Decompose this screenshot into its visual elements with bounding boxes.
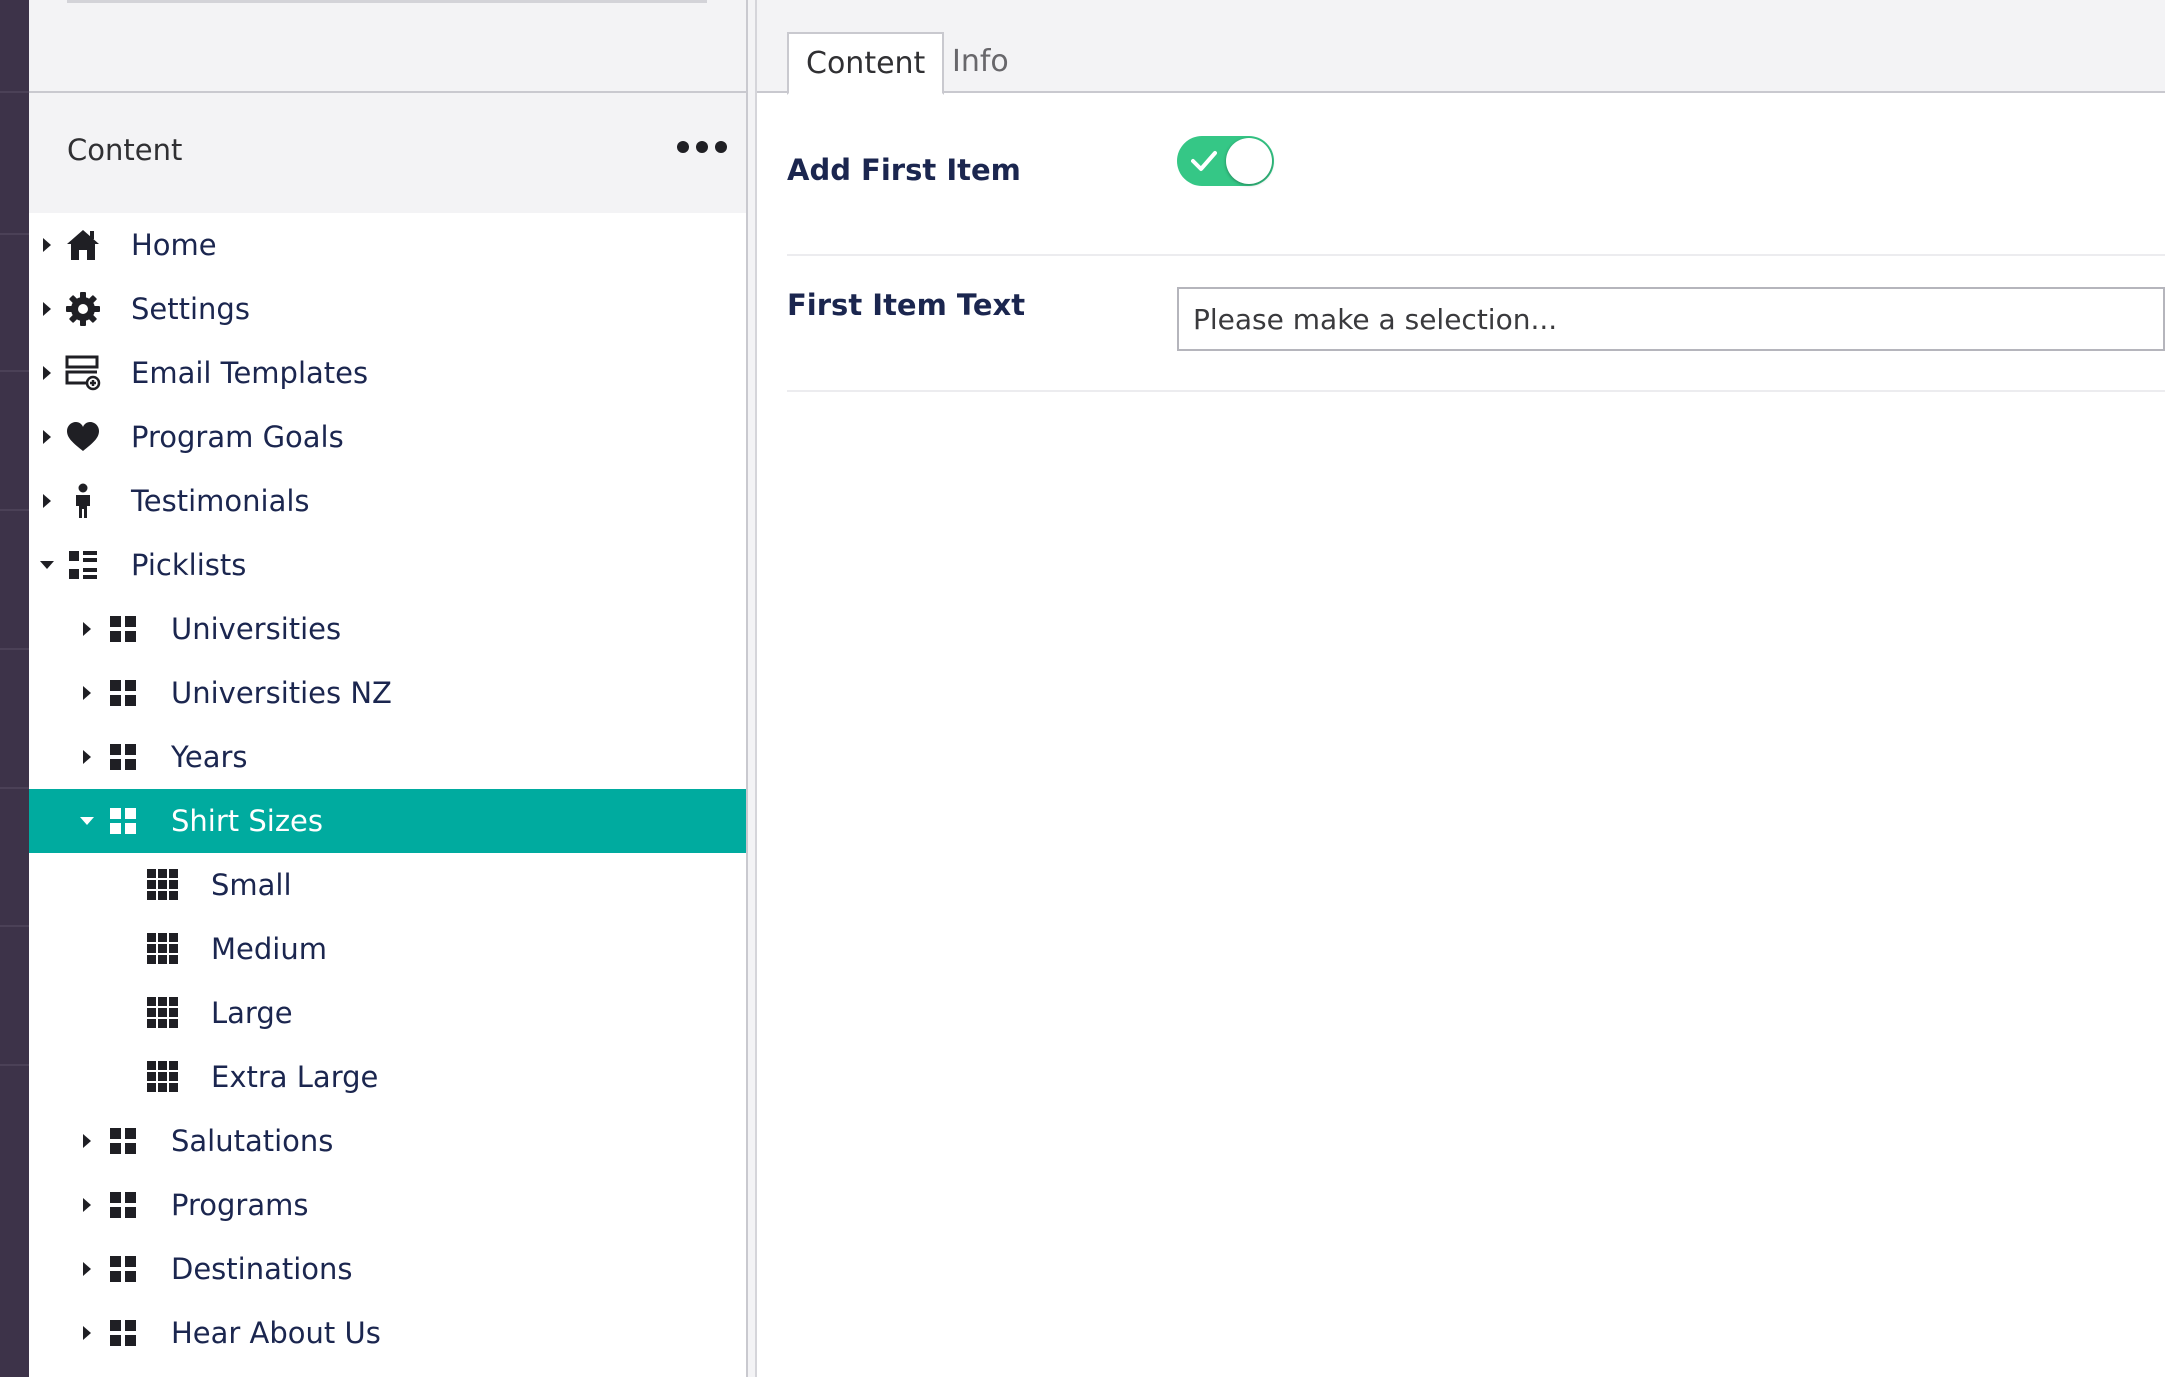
tree-item-label: Home bbox=[131, 228, 217, 262]
gear-icon bbox=[65, 291, 101, 327]
caret-right-icon[interactable] bbox=[77, 1173, 97, 1237]
tree-item-programs[interactable]: Programs bbox=[29, 1173, 746, 1237]
caret-right-icon[interactable] bbox=[77, 597, 97, 661]
rail-separator bbox=[0, 233, 29, 235]
dense-grid-icon bbox=[145, 931, 181, 967]
tree-item-label: Small bbox=[211, 868, 292, 902]
tree-item-label: Shirt Sizes bbox=[171, 804, 323, 838]
editor-tabs-bar: Content Info bbox=[757, 0, 2165, 95]
tree-item-home[interactable]: Home bbox=[29, 213, 746, 277]
caret-right-icon[interactable] bbox=[77, 1301, 97, 1365]
tree-item-label: Universities NZ bbox=[171, 676, 392, 710]
caret-right-icon[interactable] bbox=[77, 1109, 97, 1173]
add-first-item-toggle[interactable] bbox=[1177, 136, 1274, 186]
dense-grid-icon bbox=[145, 1059, 181, 1095]
tree-item-label: Large bbox=[211, 996, 293, 1030]
tree-item-universities[interactable]: Universities bbox=[29, 597, 746, 661]
tree-item-label: Destinations bbox=[171, 1252, 353, 1286]
tree-item-medium[interactable]: Medium bbox=[29, 917, 746, 981]
grid-icon bbox=[105, 803, 141, 839]
list-icon bbox=[65, 547, 101, 583]
check-icon bbox=[1191, 151, 1217, 171]
panel-splitter[interactable] bbox=[746, 0, 757, 1377]
grid-icon bbox=[105, 1315, 141, 1351]
rail-separator bbox=[0, 509, 29, 511]
property-first-item-text: First Item Text bbox=[787, 256, 2165, 392]
tree-item-picklists[interactable]: Picklists bbox=[29, 533, 746, 597]
tree-item-label: Picklists bbox=[131, 548, 247, 582]
more-dot-icon bbox=[677, 141, 689, 153]
tree-item-label: Testimonials bbox=[131, 484, 310, 518]
caret-right-icon[interactable] bbox=[77, 661, 97, 725]
tree-item-settings[interactable]: Settings bbox=[29, 277, 746, 341]
tree-item-label: Settings bbox=[131, 292, 250, 326]
tree-item-years[interactable]: Years bbox=[29, 725, 746, 789]
caret-right-icon[interactable] bbox=[37, 469, 57, 533]
tree-item-shirt-sizes[interactable]: Shirt Sizes bbox=[29, 789, 746, 853]
content-tree-panel: Content Home Settings Email Templates Progr… bbox=[29, 0, 746, 1377]
person-icon bbox=[65, 483, 101, 519]
caret-right-icon[interactable] bbox=[77, 725, 97, 789]
tree-item-label: Universities bbox=[171, 612, 342, 646]
tree-item-salutations[interactable]: Salutations bbox=[29, 1109, 746, 1173]
grid-icon bbox=[105, 611, 141, 647]
tree-item-universities-nz[interactable]: Universities NZ bbox=[29, 661, 746, 725]
rail-separator bbox=[0, 787, 29, 789]
heart-icon bbox=[65, 419, 101, 455]
property-add-first-item: Add First Item bbox=[787, 93, 2165, 256]
grid-icon bbox=[105, 1251, 141, 1287]
editor-panel: Content Info Add First Item First Item T… bbox=[757, 0, 2165, 1377]
tree-item-label: Program Goals bbox=[131, 420, 344, 454]
tab-info[interactable]: Info bbox=[935, 32, 1026, 93]
tree-item-label: Email Templates bbox=[131, 356, 369, 390]
tree-actions-button[interactable] bbox=[677, 125, 727, 165]
rail-separator bbox=[0, 1064, 29, 1066]
home-icon bbox=[65, 227, 101, 263]
tree-item-label: Salutations bbox=[171, 1124, 334, 1158]
tree-item-label: Hear About Us bbox=[171, 1316, 381, 1350]
caret-right-icon[interactable] bbox=[37, 213, 57, 277]
rail-separator bbox=[0, 91, 29, 93]
tree-item-label: Extra Large bbox=[211, 1060, 379, 1094]
caret-right-icon[interactable] bbox=[37, 341, 57, 405]
tab-content[interactable]: Content bbox=[787, 32, 945, 95]
tree-item-label: Years bbox=[171, 740, 248, 774]
tree-item-hear-about-us[interactable]: Hear About Us bbox=[29, 1301, 746, 1365]
tree-item-destinations[interactable]: Destinations bbox=[29, 1237, 746, 1301]
caret-right-icon[interactable] bbox=[37, 405, 57, 469]
tree-search-input[interactable] bbox=[67, 0, 707, 3]
more-dot-icon bbox=[696, 141, 708, 153]
tree-item-email-templates[interactable]: Email Templates bbox=[29, 341, 746, 405]
caret-right-icon[interactable] bbox=[77, 1237, 97, 1301]
tree-header: Content bbox=[29, 93, 746, 213]
app-section-rail bbox=[0, 0, 29, 1377]
tree-header-title: Content bbox=[67, 133, 183, 167]
caret-right-icon[interactable] bbox=[37, 277, 57, 341]
add-first-item-label: Add First Item bbox=[787, 153, 1021, 187]
tree-item-program-goals[interactable]: Program Goals bbox=[29, 405, 746, 469]
rail-separator bbox=[0, 648, 29, 650]
tree-item-testimonials[interactable]: Testimonials bbox=[29, 469, 746, 533]
email-template-icon bbox=[65, 355, 101, 391]
rail-separator bbox=[0, 370, 29, 372]
caret-down-icon[interactable] bbox=[77, 789, 97, 853]
tree-item-small[interactable]: Small bbox=[29, 853, 746, 917]
tree-item-extra-large[interactable]: Extra Large bbox=[29, 1045, 746, 1109]
first-item-text-label: First Item Text bbox=[787, 288, 1026, 322]
dense-grid-icon bbox=[145, 867, 181, 903]
tree-search-area bbox=[29, 0, 746, 93]
grid-icon bbox=[105, 739, 141, 775]
rail-separator bbox=[0, 925, 29, 927]
grid-icon bbox=[105, 675, 141, 711]
dense-grid-icon bbox=[145, 995, 181, 1031]
tree-item-label: Medium bbox=[211, 932, 327, 966]
toggle-knob bbox=[1226, 138, 1272, 184]
caret-down-icon[interactable] bbox=[37, 533, 57, 597]
grid-icon bbox=[105, 1123, 141, 1159]
first-item-text-input[interactable] bbox=[1177, 287, 2165, 351]
more-dot-icon bbox=[715, 141, 727, 153]
tree-item-large[interactable]: Large bbox=[29, 981, 746, 1045]
grid-icon bbox=[105, 1187, 141, 1223]
tree-item-label: Programs bbox=[171, 1188, 309, 1222]
